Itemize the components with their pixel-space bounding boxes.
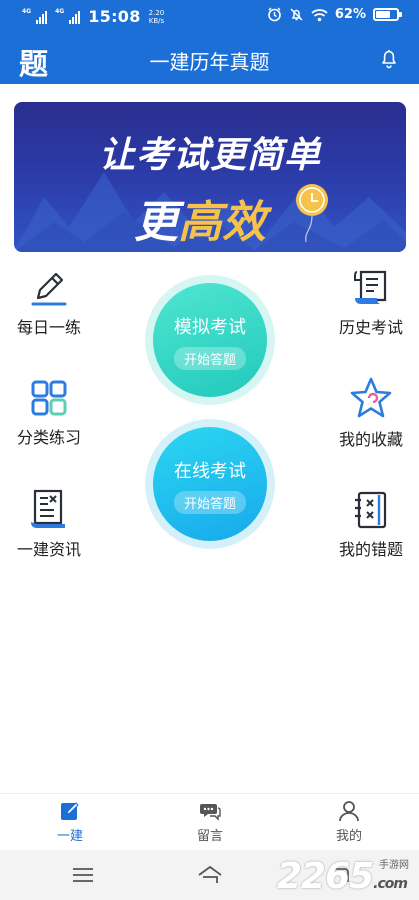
network-speed: 2.20 KB/s [149,9,165,25]
edit-icon [61,802,79,820]
item-favorites[interactable]: 我的收藏 [334,376,408,450]
online-exam-title: 在线考试 [174,461,246,482]
wifi-icon [311,8,328,21]
watermark-sub: 手游网 [379,860,409,871]
star-icon [350,377,392,418]
mock-exam-title: 模拟考试 [174,317,246,338]
banner-word-2: 高效 [178,197,266,248]
item-label: 我的收藏 [338,430,403,449]
item-label: 我的错题 [338,540,403,559]
nav-tab-home[interactable]: 一建 [30,800,110,844]
mock-exam-button[interactable]: 模拟考试 开始答题 [153,283,267,397]
app-header: 题 一建历年真题 [0,33,419,84]
signal-icon [36,10,48,24]
nav-label: 我的 [335,829,362,844]
item-category-practice[interactable]: 分类练习 [12,378,86,448]
watermark-number: 2265 [276,856,374,897]
battery-icon [373,8,402,21]
nav-tab-messages[interactable]: 留言 [170,800,250,844]
status-right: 62% [267,7,402,22]
nav-tab-mine[interactable]: 我的 [309,800,389,844]
item-label: 一建资讯 [16,540,81,559]
clock-icon [296,184,328,243]
item-wrong-questions[interactable]: 我的错题 [334,490,408,560]
page-title: 一建历年真题 [149,50,270,74]
status-bar: 4G 4G 15:08 2.20 KB/s 62% [0,0,419,33]
alarm-icon [268,7,281,22]
item-news[interactable]: 一建资讯 [12,488,86,560]
pencil-icon [31,272,67,306]
scroll-icon [354,270,387,304]
status-left: 4G 4G 15:08 2.20 KB/s [22,7,164,26]
item-label: 每日一练 [16,318,81,337]
item-label: 分类练习 [16,428,81,447]
item-history-exam[interactable]: 历史考试 [334,268,408,338]
battery-level: 62% [334,7,366,22]
speed-unit: KB/s [148,16,165,25]
banner-headline: 让考试更简单 [98,135,321,176]
network-type-2: 4G [55,8,65,15]
user-icon [339,801,359,822]
network-type-1: 4G [22,8,32,15]
chat-icon [200,804,221,821]
bell-icon[interactable] [379,47,399,69]
mock-exam-circle[interactable]: 模拟考试 开始答题 [145,275,275,405]
item-label: 历史考试 [338,318,403,337]
nav-label: 留言 [196,829,223,844]
watermark-suffix: .com [373,876,408,892]
promo-banner[interactable]: 让考试更简单 更高效 [14,102,406,252]
bottom-nav: 一建 留言 我的 [0,793,419,850]
menu-icon[interactable] [72,867,94,883]
start-answer-button[interactable]: 开始答题 [173,491,246,514]
mute-icon [290,8,303,21]
speed-value: 2.20 [148,8,165,17]
home-icon[interactable] [197,865,223,885]
item-daily-practice[interactable]: 每日一练 [12,268,86,338]
online-exam-button[interactable]: 在线考试 开始答题 [153,427,267,541]
status-time: 15:08 [88,7,141,26]
online-exam-circle[interactable]: 在线考试 开始答题 [145,419,275,549]
banner-word-1: 更 [134,197,178,248]
start-answer-button[interactable]: 开始答题 [173,347,246,370]
news-icon [31,489,65,528]
wrong-book-icon [355,491,387,529]
signal-icon [69,10,81,24]
nav-label: 一建 [56,829,83,844]
banner-subheadline: 更高效 [14,186,406,250]
system-nav-bar: 2265.com 手游网 [0,850,419,900]
category-icon [31,380,67,416]
